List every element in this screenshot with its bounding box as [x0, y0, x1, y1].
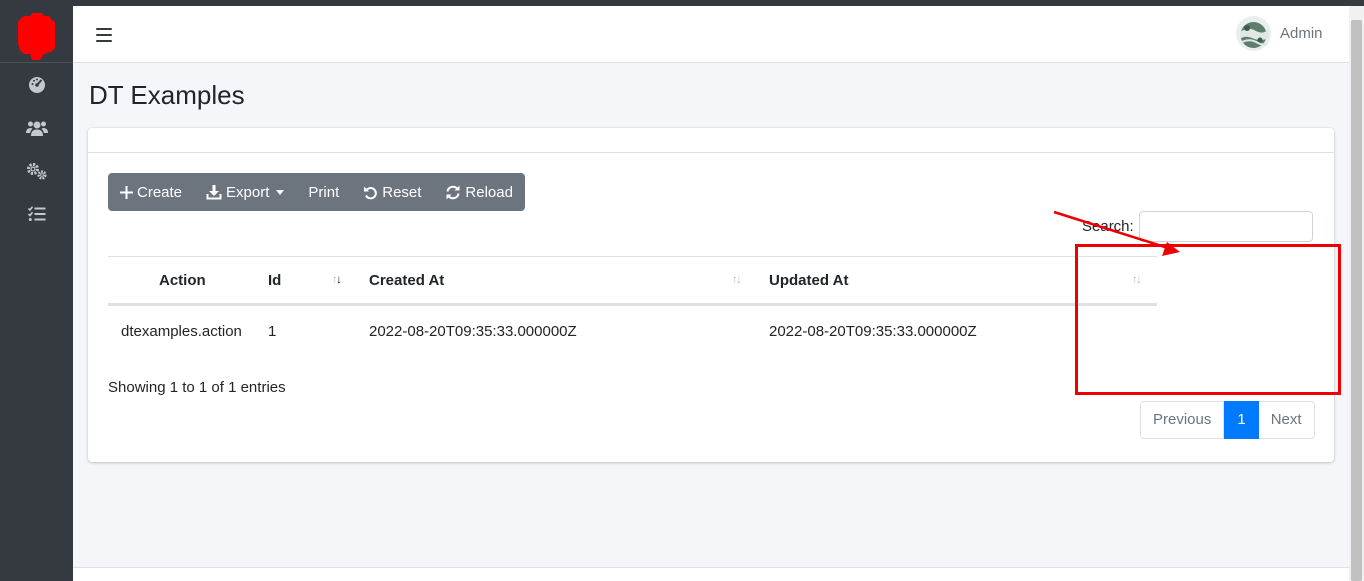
footer: [73, 568, 1349, 581]
table-cell-action[interactable]: dtexamples.action: [121, 306, 242, 358]
sort-desc-icon[interactable]: ↑↓: [332, 272, 342, 286]
brand[interactable]: [0, 6, 73, 63]
sidebar-item-dashboard[interactable]: [0, 63, 73, 106]
sync-icon: [445, 185, 461, 200]
print-button[interactable]: Print: [296, 173, 351, 211]
search-input[interactable]: [1139, 211, 1313, 242]
vertical-scrollbar[interactable]: [1349, 6, 1364, 581]
toolbar-button-group: Create Export Print Reset Reload: [108, 173, 525, 211]
create-button[interactable]: Create: [108, 173, 194, 211]
cogs-icon: [26, 162, 47, 180]
download-icon: [206, 184, 222, 200]
tasks-list-icon: [27, 205, 45, 221]
pagination: Previous 1 Next: [1140, 401, 1315, 439]
page-1-button[interactable]: 1: [1224, 401, 1259, 439]
sidebar-item-settings[interactable]: [0, 149, 73, 192]
sidebar-item-users[interactable]: [0, 106, 73, 149]
sort-icon[interactable]: ↑↓: [732, 272, 742, 286]
bars-icon[interactable]: [96, 24, 112, 44]
page-title: DT Examples: [89, 80, 245, 110]
scrollbar-thumb[interactable]: [1351, 20, 1362, 581]
brand-logo: [18, 13, 55, 60]
reload-button[interactable]: Reload: [433, 173, 525, 211]
previous-page-button[interactable]: Previous: [1140, 401, 1225, 439]
export-button-label: Export: [226, 183, 270, 201]
search-label: Search:: [1082, 218, 1134, 235]
next-page-button[interactable]: Next: [1258, 401, 1315, 439]
reset-button[interactable]: Reset: [351, 173, 433, 211]
user-name[interactable]: Admin: [1280, 25, 1323, 42]
table-info: Showing 1 to 1 of 1 entries: [108, 379, 286, 396]
sidebar-item-tasks[interactable]: [0, 192, 73, 235]
column-header-id[interactable]: Id: [268, 257, 281, 304]
top-navbar: Admin: [73, 6, 1349, 63]
data-table: Action Id ↑↓ Created At ↑↓ Updated At ↑↓…: [108, 256, 1157, 358]
column-header-action[interactable]: Action: [159, 257, 206, 304]
reset-button-label: Reset: [382, 183, 422, 201]
avatar-image: [1236, 16, 1271, 51]
table-header-row: Action Id ↑↓ Created At ↑↓ Updated At ↑↓: [108, 256, 1157, 306]
annotation-highlight-box: [1075, 244, 1341, 395]
column-header-updated-at[interactable]: Updated At: [769, 257, 848, 304]
chevron-down-icon: [276, 189, 285, 195]
table-cell-updated-at: 2022-08-20T09:35:33.000000Z: [769, 323, 977, 340]
print-button-label: Print: [308, 183, 340, 201]
column-header-created-at[interactable]: Created At: [369, 257, 444, 304]
table-cell-id: 1: [268, 323, 277, 340]
export-button[interactable]: Export: [194, 173, 296, 211]
create-button-label: Create: [137, 183, 183, 201]
sidebar: [0, 6, 73, 581]
plus-icon: [120, 185, 133, 199]
undo-icon: [363, 185, 378, 200]
table-cell-created-at: 2022-08-20T09:35:33.000000Z: [369, 323, 577, 340]
card-header: [88, 128, 1334, 153]
avatar[interactable]: [1236, 16, 1271, 51]
reload-button-label: Reload: [465, 183, 513, 201]
users-icon: [25, 121, 48, 136]
table-row: dtexamples.action 1 2022-08-20T09:35:33.…: [108, 306, 1157, 358]
tachometer-icon: [28, 76, 45, 93]
